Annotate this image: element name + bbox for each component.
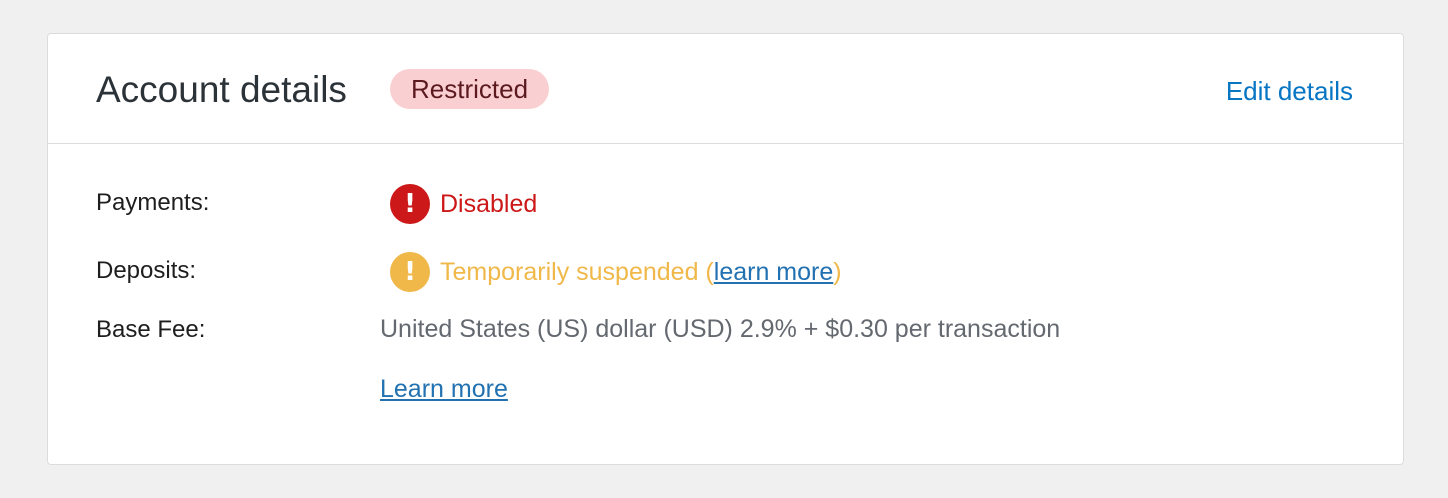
- payments-status-text: Disabled: [440, 190, 538, 218]
- base-fee-label: Base Fee:: [96, 316, 206, 343]
- payments-status: ! Disabled: [390, 184, 537, 224]
- paren-open: (: [698, 258, 714, 286]
- error-exclamation-icon: !: [390, 184, 430, 224]
- warning-exclamation-icon: !: [390, 252, 430, 292]
- payments-label: Payments:: [96, 189, 210, 216]
- deposits-status-text: Temporarily suspended: [440, 258, 699, 286]
- paren-close: ): [833, 258, 842, 286]
- card-title: Account details: [96, 69, 347, 110]
- base-fee-learn-more-link[interactable]: Learn more: [380, 372, 508, 406]
- deposits-status: ! Temporarily suspended ( learn more ): [390, 252, 842, 292]
- base-fee-value: United States (US) dollar (USD) 2.9% + $…: [380, 315, 1061, 343]
- status-badge: Restricted: [390, 69, 550, 109]
- account-details-card: Account details Restricted Edit details …: [47, 33, 1404, 465]
- edit-details-link[interactable]: Edit details: [1226, 74, 1353, 108]
- deposits-label: Deposits:: [96, 257, 197, 284]
- card-header: Account details Restricted Edit details: [48, 34, 1403, 144]
- deposits-learn-more-link[interactable]: learn more: [714, 255, 834, 289]
